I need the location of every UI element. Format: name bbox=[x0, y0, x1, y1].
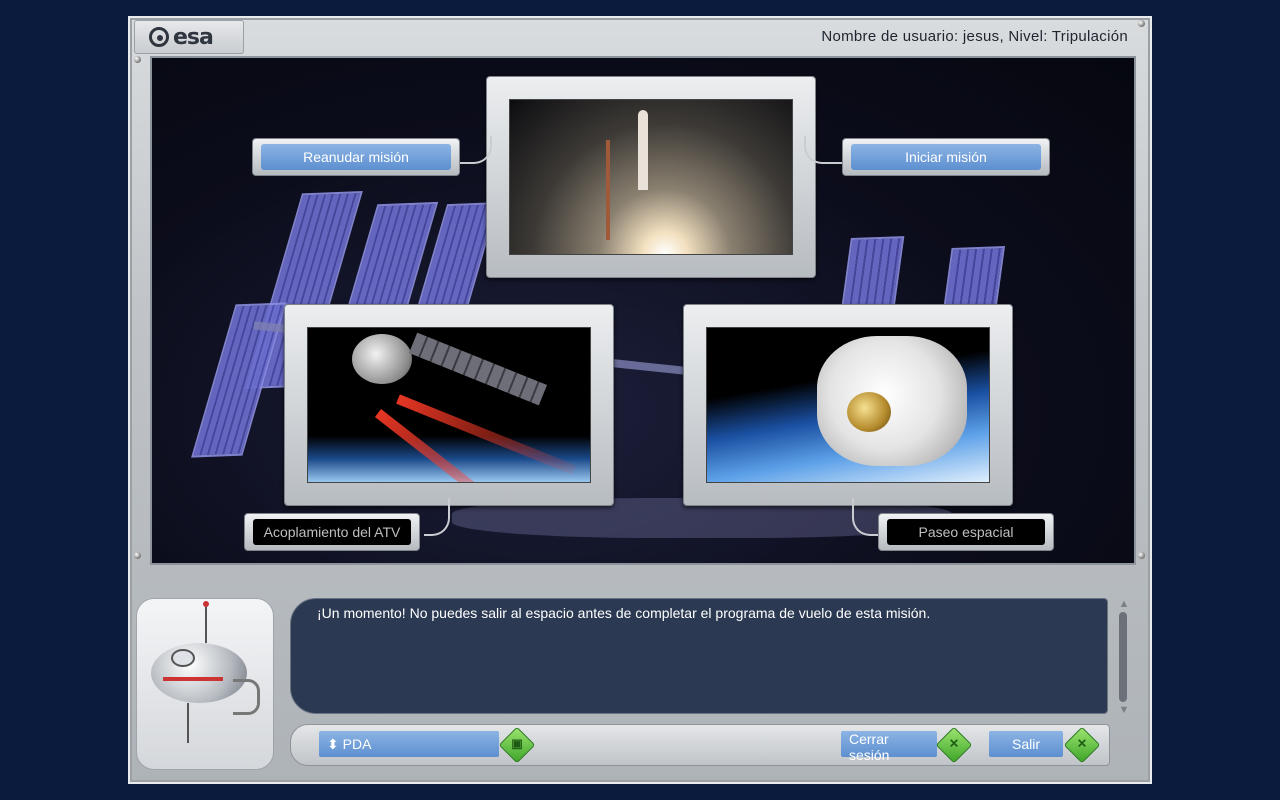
scroll-down-icon[interactable]: ▼ bbox=[1118, 704, 1130, 716]
exit-button[interactable]: Salir bbox=[989, 731, 1063, 757]
launch-tower bbox=[606, 140, 610, 240]
astronaut-visor bbox=[847, 392, 891, 432]
laser-beam bbox=[396, 394, 577, 475]
rocket-shape bbox=[638, 110, 648, 190]
scroll-thumb[interactable] bbox=[1119, 612, 1127, 702]
atv-craft bbox=[352, 334, 412, 384]
mission-stage: Reanudar misión Iniciar misión Acoplamie… bbox=[150, 56, 1136, 565]
spacewalk-button[interactable]: Paseo espacial bbox=[887, 519, 1045, 545]
control-bar: ⬍ PDA ▣ Cerrar sesión ✕ Salir ✕ bbox=[290, 724, 1110, 766]
logo-text: esa bbox=[173, 24, 214, 50]
screw-icon bbox=[1138, 20, 1145, 27]
connector-cable bbox=[804, 136, 842, 164]
atv-solar-wing bbox=[408, 332, 548, 406]
message-text: ¡Un momento! No puedes salir al espacio … bbox=[317, 605, 931, 621]
spacewalk-image bbox=[706, 327, 990, 483]
logout-go-icon[interactable]: ✕ bbox=[935, 726, 973, 764]
user-info: Nombre de usuario: jesus, Nivel: Tripula… bbox=[821, 28, 1128, 45]
bottom-panel: ¡Un momento! No puedes salir al espacio … bbox=[128, 596, 1152, 784]
select-arrows-icon: ⬍ bbox=[327, 735, 339, 752]
connector-cable bbox=[852, 498, 878, 536]
screw-icon bbox=[1138, 552, 1145, 559]
spacewalk-frame[interactable] bbox=[683, 304, 1013, 506]
atv-docking-button[interactable]: Acoplamiento del ATV bbox=[253, 519, 411, 545]
robot-antenna-tip bbox=[203, 601, 209, 607]
start-mission-plate: Iniciar misión bbox=[842, 138, 1050, 176]
screw-icon bbox=[134, 56, 141, 63]
rocket-launch-image bbox=[509, 99, 793, 255]
pda-select[interactable]: ⬍ PDA bbox=[319, 731, 499, 757]
resume-mission-plate: Reanudar misión bbox=[252, 138, 460, 176]
spacewalk-label-plate: Paseo espacial bbox=[878, 513, 1054, 551]
exit-go-icon[interactable]: ✕ bbox=[1063, 726, 1101, 764]
robot-arm bbox=[233, 679, 260, 715]
scroll-up-icon[interactable]: ▲ bbox=[1118, 598, 1130, 610]
robot-stripe bbox=[163, 677, 223, 681]
connector-cable bbox=[424, 498, 450, 536]
robot-antenna bbox=[205, 603, 207, 643]
message-box: ¡Un momento! No puedes salir al espacio … bbox=[290, 598, 1108, 714]
pda-go-icon[interactable]: ▣ bbox=[498, 726, 536, 764]
logout-button[interactable]: Cerrar sesión bbox=[841, 731, 937, 763]
atv-docking-image bbox=[307, 327, 591, 483]
atv-frame[interactable] bbox=[284, 304, 614, 506]
screw-icon bbox=[134, 552, 141, 559]
esa-logo: esa bbox=[134, 20, 244, 54]
robot-eye bbox=[171, 649, 195, 667]
resume-mission-button[interactable]: Reanudar misión bbox=[261, 144, 451, 170]
launch-frame[interactable] bbox=[486, 76, 816, 278]
robot-assistant bbox=[136, 598, 274, 770]
atv-label-plate: Acoplamiento del ATV bbox=[244, 513, 420, 551]
astronaut-suit bbox=[817, 336, 967, 466]
pda-label: PDA bbox=[342, 735, 372, 752]
app-window: esa Nombre de usuario: jesus, Nivel: Tri… bbox=[128, 16, 1152, 784]
robot-leg bbox=[187, 703, 189, 743]
message-scrollbar[interactable]: ▲ ▼ bbox=[1118, 598, 1130, 716]
esa-ring-icon bbox=[149, 27, 169, 47]
start-mission-button[interactable]: Iniciar misión bbox=[851, 144, 1041, 170]
